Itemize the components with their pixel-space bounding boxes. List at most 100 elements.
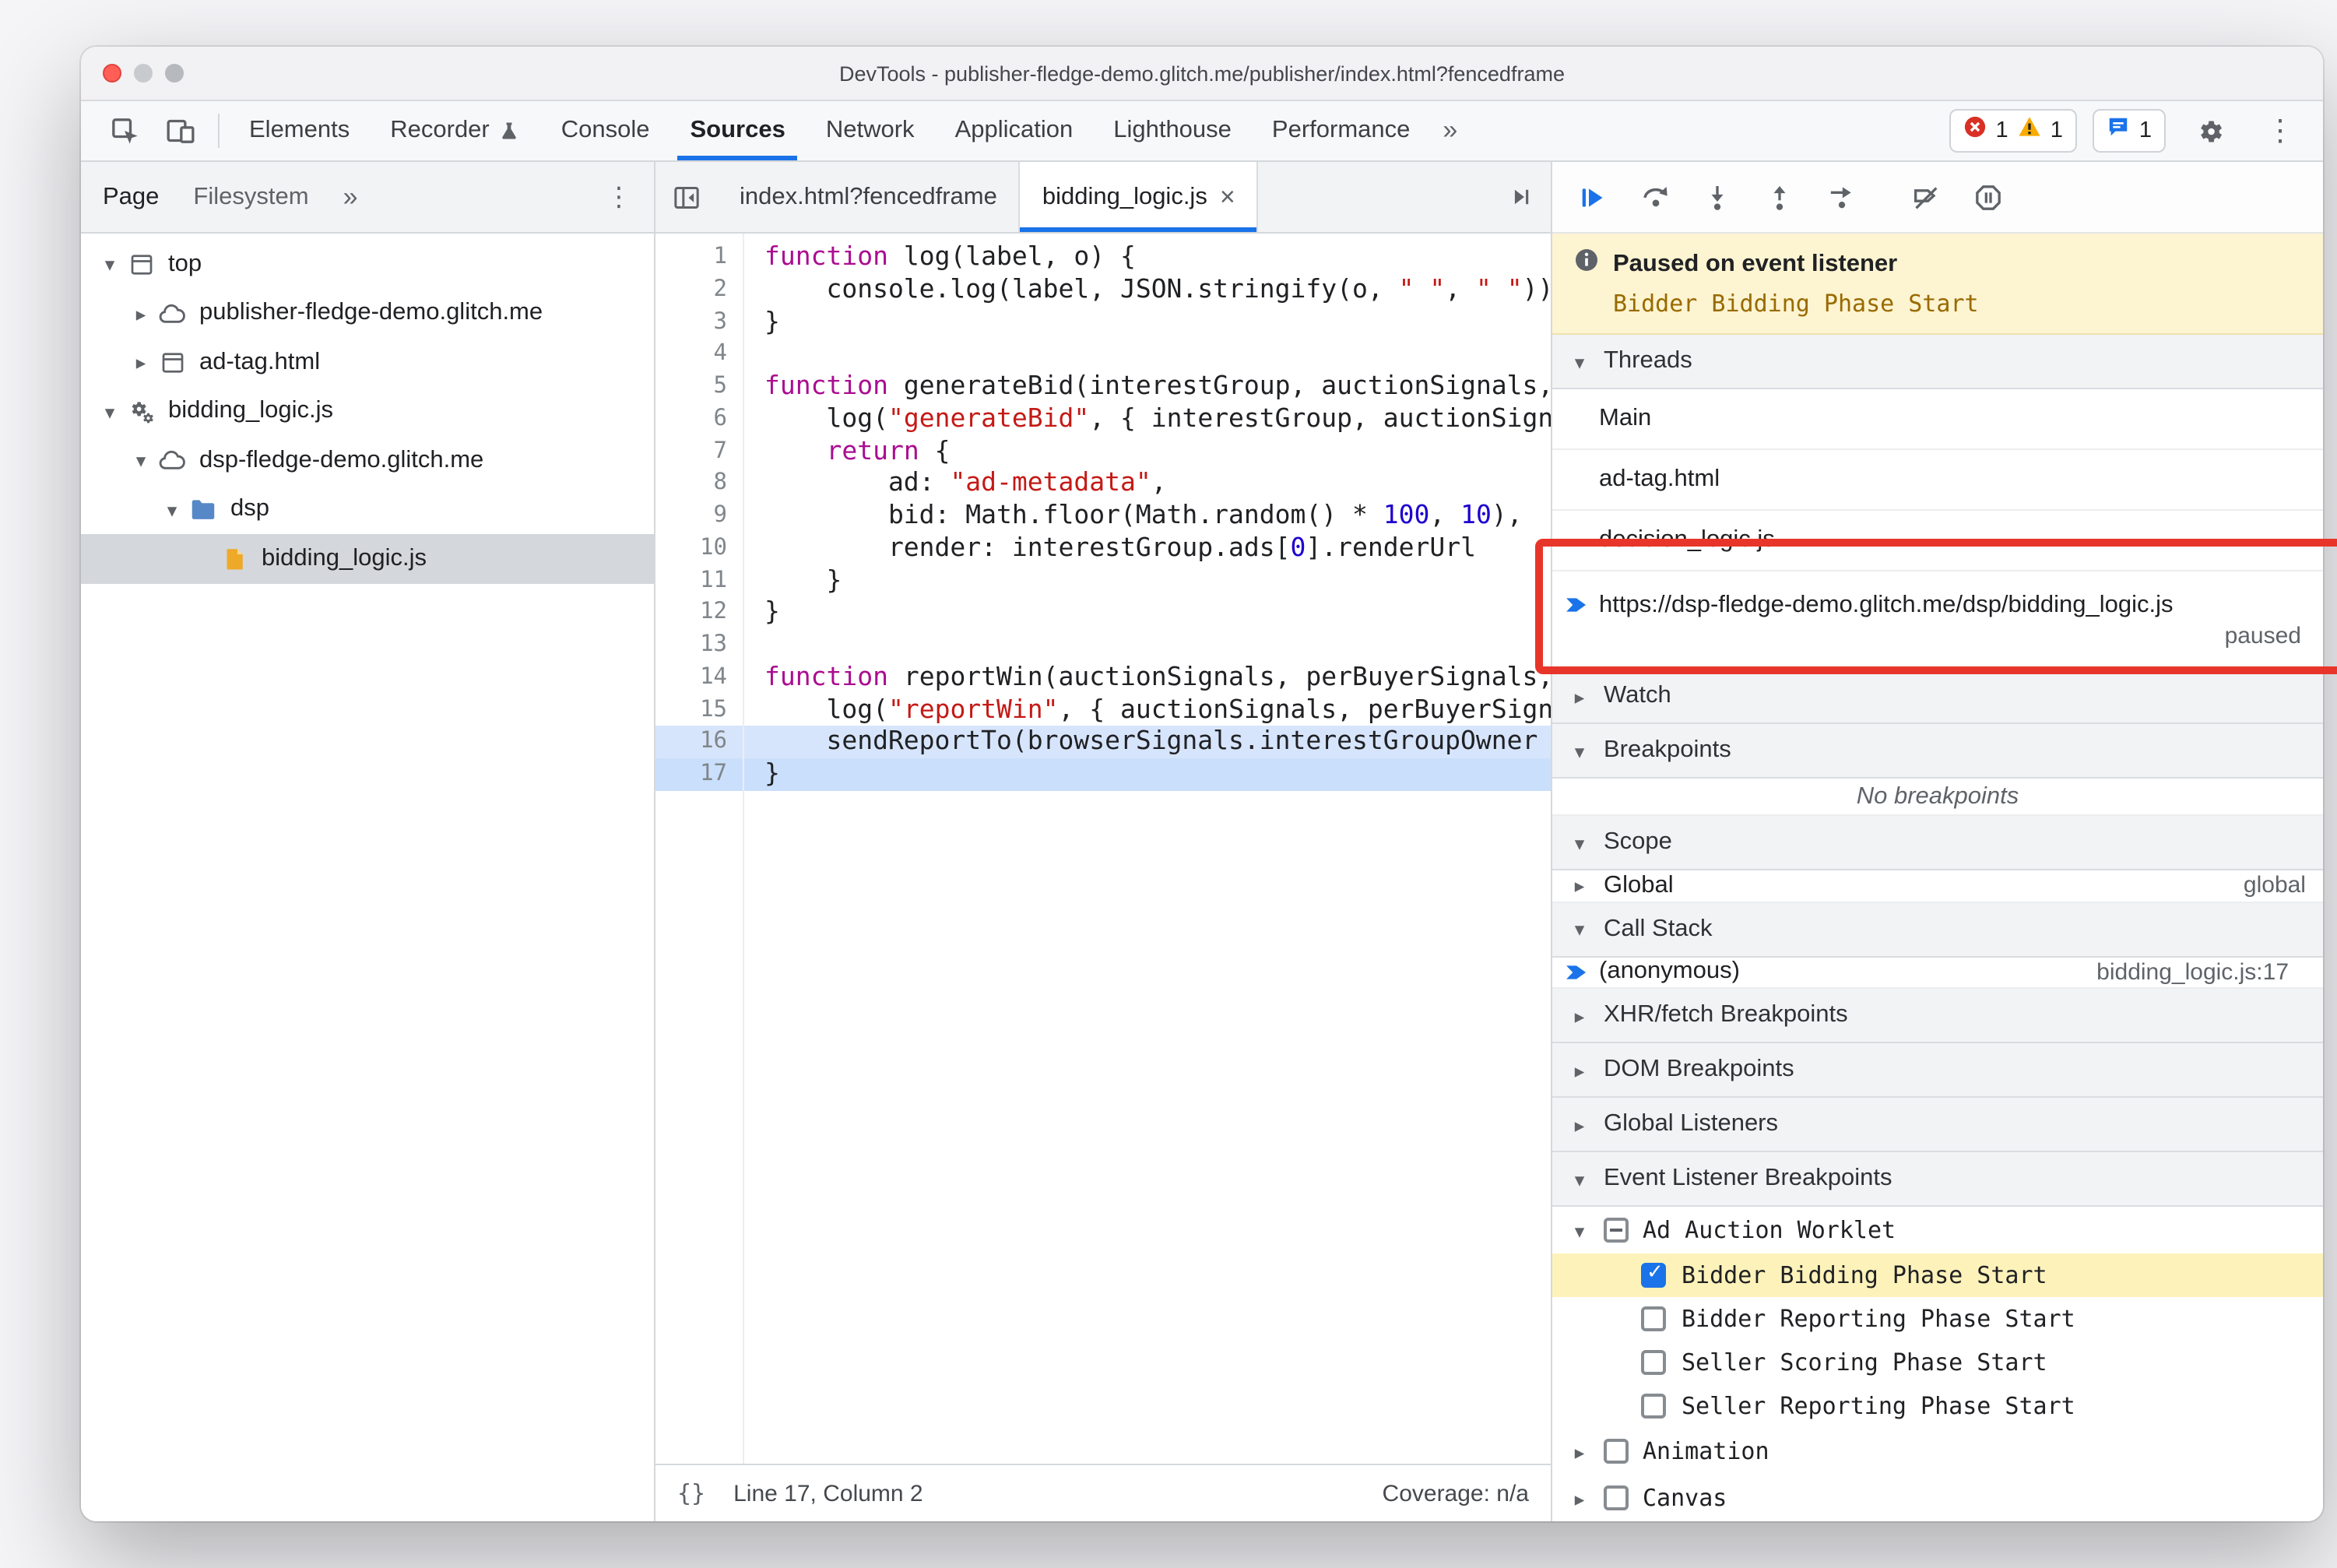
inspect-element-icon[interactable] xyxy=(97,101,153,160)
editor-tab-index[interactable]: index.html?fencedframe xyxy=(718,162,1021,232)
close-tab-icon[interactable]: × xyxy=(1220,181,1235,213)
panel-tab-elements[interactable]: Elements xyxy=(229,101,370,160)
event-listener-breakpoints-section-header[interactable]: Event Listener Breakpoints xyxy=(1552,1152,2323,1207)
breakpoints-section-header[interactable]: Breakpoints xyxy=(1552,724,2323,779)
code-token: reportWin(auctionSignals, perBuyerSignal… xyxy=(903,661,1551,691)
threads-section-header[interactable]: Threads xyxy=(1552,335,2323,389)
scope-global-row[interactable]: Global global xyxy=(1552,870,2323,903)
tree-item-publisher-fledge-demo-glitch-me[interactable]: ▸ publisher-fledge-demo.glitch.me xyxy=(81,289,654,338)
code-line[interactable]: 4 xyxy=(655,339,1551,371)
code-token: , xyxy=(1429,500,1461,529)
pause-on-exceptions-icon[interactable] xyxy=(1957,163,2019,231)
breakpoint-checkbox[interactable] xyxy=(1641,1394,1666,1419)
console-errors-warnings-button[interactable]: 1 1 xyxy=(1949,109,2077,153)
line-content: } xyxy=(743,564,1551,597)
code-token: function xyxy=(764,371,888,400)
code-line[interactable]: 16 sendReportTo(browserSignals.interestG… xyxy=(655,726,1551,758)
more-panels-button[interactable]: » xyxy=(1430,101,1470,160)
navigator-menu-button[interactable]: ⋮ xyxy=(606,181,632,213)
listener-breakpoint-bidder-bidding-phase-start[interactable]: Bidder Bidding Phase Start xyxy=(1552,1253,2323,1297)
thread-label: ad-tag.html xyxy=(1599,466,1720,492)
call-stack-frame[interactable]: (anonymous) bidding_logic.js:17 xyxy=(1552,957,2323,989)
panel-tab-recorder[interactable]: Recorder xyxy=(370,101,541,160)
devtools-menu-button[interactable]: ⋮ xyxy=(2253,113,2307,149)
category-checkbox[interactable] xyxy=(1604,1218,1629,1243)
panel-tab-label: Elements xyxy=(249,117,350,143)
panel-tab-lighthouse[interactable]: Lighthouse xyxy=(1093,101,1252,160)
breakpoint-checkbox[interactable] xyxy=(1641,1306,1666,1331)
open-file-navigation-icon[interactable] xyxy=(1488,162,1551,232)
device-toolbar-icon[interactable] xyxy=(153,101,209,160)
panel-tab-performance[interactable]: Performance xyxy=(1252,101,1430,160)
panel-tab-sources[interactable]: Sources xyxy=(670,101,806,160)
line-content: bid: Math.floor(Math.random() * 100, 10)… xyxy=(743,500,1551,533)
category-checkbox[interactable] xyxy=(1604,1439,1629,1464)
disclosure-triangle: ▾ xyxy=(104,399,115,424)
zoom-window-button[interactable] xyxy=(165,64,184,83)
deactivate-breakpoints-icon[interactable] xyxy=(1895,163,1957,231)
step-icon[interactable] xyxy=(1811,163,1873,231)
resume-script-icon[interactable] xyxy=(1562,163,1624,231)
listener-breakpoint-seller-reporting-phase-start[interactable]: Seller Reporting Phase Start xyxy=(1552,1384,2323,1428)
step-into-icon[interactable] xyxy=(1686,163,1748,231)
thread-row[interactable]: https://dsp-fledge-demo.glitch.me/dsp/bi… xyxy=(1552,571,2323,670)
code-line[interactable]: 8 ad: "ad-metadata", xyxy=(655,468,1551,501)
listener-category-animation[interactable]: Animation xyxy=(1552,1428,2323,1475)
global-listeners-section-header[interactable]: Global Listeners xyxy=(1552,1098,2323,1152)
minimize-window-button[interactable] xyxy=(134,64,153,83)
listener-breakpoint-seller-scoring-phase-start[interactable]: Seller Scoring Phase Start xyxy=(1552,1341,2323,1384)
call-stack-section-header[interactable]: Call Stack xyxy=(1552,902,2323,958)
close-window-button[interactable] xyxy=(103,64,121,83)
code-line[interactable]: 7 return { xyxy=(655,435,1551,468)
category-checkbox[interactable] xyxy=(1604,1485,1629,1510)
code-line[interactable]: 5 function generateBid(interestGroup, auc… xyxy=(655,371,1551,403)
code-line[interactable]: 9 bid: Math.floor(Math.random() * 100, 1… xyxy=(655,500,1551,533)
code-line[interactable]: 12} xyxy=(655,597,1551,630)
listener-category-canvas[interactable]: Canvas xyxy=(1552,1475,2323,1521)
more-navigator-tabs-button[interactable]: » xyxy=(343,181,358,213)
tree-item-bidding-logic-js[interactable]: bidding_logic.js xyxy=(81,534,654,583)
tree-item-bidding-logic-js[interactable]: ▾ bidding_logic.js xyxy=(81,387,654,436)
code-token: , { interestGroup, auctionSignals, perBu… xyxy=(1089,403,1551,433)
code-line[interactable]: 3} xyxy=(655,306,1551,339)
editor-tab-bidding-logic[interactable]: bidding_logic.js × xyxy=(1020,162,1259,232)
hide-navigator-icon[interactable] xyxy=(655,162,718,232)
code-line[interactable]: 15 log("reportWin", { auctionSignals, pe… xyxy=(655,694,1551,726)
scope-section-header[interactable]: Scope xyxy=(1552,816,2323,871)
code-line[interactable]: 11 } xyxy=(655,564,1551,597)
pretty-print-icon[interactable]: {} xyxy=(677,1479,705,1507)
step-out-icon[interactable] xyxy=(1748,163,1811,231)
listener-breakpoint-bidder-reporting-phase-start[interactable]: Bidder Reporting Phase Start xyxy=(1552,1297,2323,1341)
code-line[interactable]: 6 log("generateBid", { interestGroup, au… xyxy=(655,403,1551,436)
panel-tab-console[interactable]: Console xyxy=(541,101,670,160)
step-over-icon[interactable] xyxy=(1624,163,1686,231)
watch-section-header[interactable]: Watch xyxy=(1552,670,2323,724)
breakpoint-checkbox[interactable] xyxy=(1641,1350,1666,1375)
thread-row[interactable]: ad-tag.html xyxy=(1552,450,2323,511)
issues-button[interactable]: 1 xyxy=(2092,109,2166,153)
tree-item-ad-tag-html[interactable]: ▸ ad-tag.html xyxy=(81,338,654,387)
code-editor[interactable]: 1 function log(label, o) {2 console.log(l… xyxy=(655,234,1551,1464)
panel-tab-application[interactable]: Application xyxy=(935,101,1094,160)
code-line[interactable]: 13 xyxy=(655,629,1551,662)
no-breakpoints-message: No breakpoints xyxy=(1552,779,2323,817)
tree-item-dsp-fledge-demo-glitch-me[interactable]: ▾ dsp-fledge-demo.glitch.me xyxy=(81,436,654,485)
code-line[interactable]: 10 render: interestGroup.ads[0].renderUr… xyxy=(655,533,1551,565)
settings-gear-icon[interactable] xyxy=(2181,116,2237,146)
code-line[interactable]: 17} xyxy=(655,758,1551,791)
dom-breakpoints-section-header[interactable]: DOM Breakpoints xyxy=(1552,1043,2323,1098)
code-line[interactable]: 1 function log(label, o) { xyxy=(655,241,1551,274)
thread-row[interactable]: Main xyxy=(1552,389,2323,450)
code-line[interactable]: 14 function reportWin(auctionSignals, per… xyxy=(655,662,1551,694)
code-line[interactable]: 2 console.log(label, JSON.stringify(o, "… xyxy=(655,274,1551,307)
listener-category-ad-auction-worklet[interactable]: Ad Auction Worklet xyxy=(1552,1207,2323,1253)
tree-item-label: top xyxy=(168,250,202,277)
xhr-breakpoints-section-header[interactable]: XHR/fetch Breakpoints xyxy=(1552,989,2323,1043)
tree-item-top[interactable]: ▾ top xyxy=(81,240,654,289)
panel-tab-network[interactable]: Network xyxy=(806,101,935,160)
tree-item-dsp[interactable]: ▾ dsp xyxy=(81,485,654,534)
tab-filesystem[interactable]: Filesystem xyxy=(193,183,308,211)
thread-row[interactable]: decision_logic.js xyxy=(1552,511,2323,571)
tab-page[interactable]: Page xyxy=(103,183,159,211)
breakpoint-checkbox[interactable] xyxy=(1641,1261,1666,1288)
